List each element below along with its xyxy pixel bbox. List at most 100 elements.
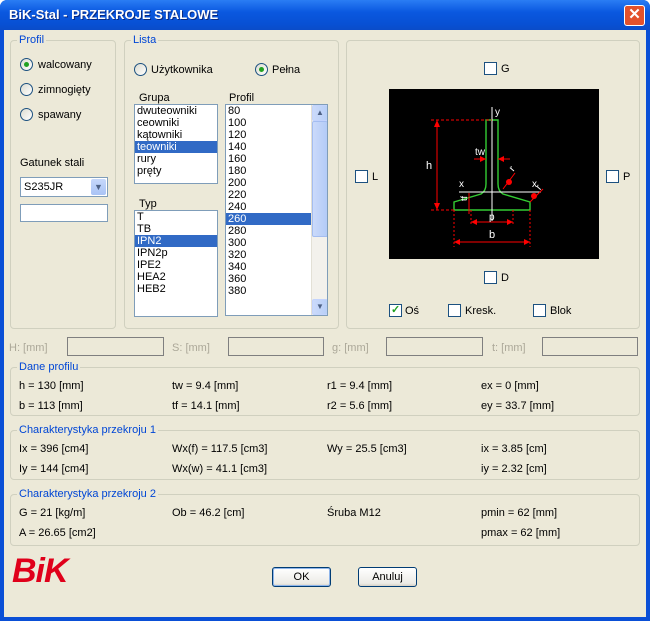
radio-walcowany[interactable] bbox=[20, 58, 33, 71]
x-axis-label-left: x bbox=[459, 179, 464, 190]
typ-listbox[interactable]: T TB IPN2 IPN2p IPE2 HEA2 HEB2 bbox=[134, 210, 218, 317]
check-p[interactable] bbox=[606, 170, 619, 183]
check-d[interactable] bbox=[484, 271, 497, 284]
radio-pelna-label: Pełna bbox=[272, 64, 301, 76]
check-kresk-label: Kresk. bbox=[465, 305, 497, 317]
lista-group-label: Lista bbox=[131, 34, 159, 46]
grupa-list-item[interactable]: dwuteowniki bbox=[135, 105, 217, 117]
char1-value: ix = 3.85 [cm] bbox=[481, 443, 547, 455]
grupa-list-item[interactable]: ceowniki bbox=[135, 117, 217, 129]
grupa-list-item[interactable]: pręty bbox=[135, 165, 217, 177]
scroll-thumb[interactable] bbox=[312, 121, 327, 237]
profil-scrollbar[interactable]: ▲ ▼ bbox=[311, 105, 327, 315]
dane-value: ey = 33.7 [mm] bbox=[481, 400, 555, 412]
y-axis-label: y bbox=[495, 107, 500, 118]
window: BiK-Stal - PRZEKROJE STALOWE ✕ Profil wa… bbox=[0, 0, 650, 621]
profil-group-label: Profil bbox=[17, 34, 47, 46]
char2-value: pmin = 62 [mm] bbox=[481, 507, 558, 519]
preview-group: G L P D y x x h tw tf r r p b ✓ Oś Kresk… bbox=[346, 40, 640, 329]
dane-value: h = 130 [mm] bbox=[19, 380, 84, 392]
check-kresk[interactable] bbox=[448, 304, 461, 317]
char1-value: Wx(w) = 41.1 [cm3] bbox=[172, 463, 268, 475]
close-button[interactable]: ✕ bbox=[624, 5, 645, 26]
typ-list-item[interactable]: T bbox=[135, 211, 217, 223]
check-blok[interactable] bbox=[533, 304, 546, 317]
steel-grade-select[interactable]: S235JR ▼ bbox=[20, 177, 108, 197]
dane-value: ex = 0 [mm] bbox=[481, 380, 539, 392]
grupa-listbox[interactable]: dwuteowniki ceowniki kątowniki teowniki rury… bbox=[134, 104, 218, 184]
profil-listbox[interactable]: 80 100 120 140 160 180 200 220 240 260 280 300 320 34… bbox=[225, 104, 328, 316]
param-g-label: g: [mm] bbox=[332, 342, 369, 354]
param-h-input[interactable] bbox=[67, 337, 164, 356]
grupa-label: Grupa bbox=[139, 92, 170, 104]
steel-grade-extra-input[interactable] bbox=[20, 204, 108, 222]
typ-label: Typ bbox=[139, 198, 157, 210]
grupa-list-item[interactable]: teowniki bbox=[135, 141, 217, 153]
profil-group: Profil walcowany zimnogięty spawany Gatu… bbox=[10, 34, 116, 329]
grupa-list-item[interactable]: rury bbox=[135, 153, 217, 165]
char1-value: Wy = 25.5 [cm3] bbox=[327, 443, 407, 455]
radio-zimnogiety-label: zimnogięty bbox=[38, 84, 91, 96]
typ-list-item[interactable]: HEB2 bbox=[135, 283, 217, 295]
dane-value: tf = 14.1 [mm] bbox=[172, 400, 240, 412]
typ-list-item[interactable]: IPE2 bbox=[135, 259, 217, 271]
cancel-button[interactable]: Anuluj bbox=[358, 567, 417, 587]
check-d-label: D bbox=[501, 272, 509, 284]
grade-label: Gatunek stali bbox=[20, 157, 85, 169]
tf-label: tf bbox=[459, 195, 469, 201]
dane-value: r2 = 5.6 [mm] bbox=[327, 400, 393, 412]
radio-spawany-label: spawany bbox=[38, 109, 82, 121]
typ-list-item[interactable]: IPN2 bbox=[135, 235, 217, 247]
check-l[interactable] bbox=[355, 170, 368, 183]
bik-logo: BiK bbox=[12, 552, 69, 590]
radio-walcowany-label: walcowany bbox=[38, 59, 92, 71]
char2-value: G = 21 [kg/m] bbox=[19, 507, 86, 519]
char2-value: Śruba M12 bbox=[327, 507, 381, 519]
tw-label: tw bbox=[475, 147, 486, 158]
char1-group-label: Charakterystyka przekroju 1 bbox=[17, 424, 158, 436]
typ-list-item[interactable]: HEA2 bbox=[135, 271, 217, 283]
lista-group: Lista Użytkownika Pełna Grupa dwuteownik… bbox=[124, 34, 339, 329]
radio-uzytkownika-label: Użytkownika bbox=[151, 64, 213, 76]
window-title: BiK-Stal - PRZEKROJE STALOWE bbox=[9, 7, 219, 22]
h-label: h bbox=[426, 160, 432, 172]
steel-grade-value: S235JR bbox=[24, 181, 64, 193]
profil-list-label: Profil bbox=[229, 92, 255, 104]
r2-marker bbox=[531, 193, 537, 199]
char1-value: iy = 2.32 [cm] bbox=[481, 463, 547, 475]
param-s-input[interactable] bbox=[228, 337, 324, 356]
typ-list-item[interactable]: TB bbox=[135, 223, 217, 235]
char1-value: Ix = 396 [cm4] bbox=[19, 443, 89, 455]
check-blok-label: Blok bbox=[550, 305, 572, 317]
title-bar[interactable]: BiK-Stal - PRZEKROJE STALOWE ✕ bbox=[0, 0, 650, 30]
scroll-down-icon[interactable]: ▼ bbox=[312, 299, 327, 315]
p-label: p bbox=[489, 212, 495, 223]
check-p-label: P bbox=[623, 171, 631, 183]
check-g[interactable] bbox=[484, 62, 497, 75]
param-h-label: H: [mm] bbox=[9, 342, 48, 354]
dialog-client: Profil walcowany zimnogięty spawany Gatu… bbox=[4, 30, 646, 617]
char2-group-label: Charakterystyka przekroju 2 bbox=[17, 488, 158, 500]
char1-value: Wx(f) = 117.5 [cm3] bbox=[172, 443, 268, 455]
dane-value: b = 113 [mm] bbox=[19, 400, 83, 412]
param-t-input[interactable] bbox=[542, 337, 638, 356]
typ-list-item[interactable]: IPN2p bbox=[135, 247, 217, 259]
radio-uzytkownika[interactable] bbox=[134, 63, 147, 76]
char2-value: A = 26.65 [cm2] bbox=[19, 527, 96, 539]
radio-pelna[interactable] bbox=[255, 63, 268, 76]
param-s-label: S: [mm] bbox=[172, 342, 210, 354]
grupa-list-item[interactable]: kątowniki bbox=[135, 129, 217, 141]
b-label: b bbox=[489, 229, 495, 241]
close-icon: ✕ bbox=[628, 6, 641, 23]
ok-button[interactable]: OK bbox=[272, 567, 331, 587]
radio-spawany[interactable] bbox=[20, 108, 33, 121]
section-preview: y x x h tw tf r r p b bbox=[389, 89, 599, 259]
scroll-up-icon[interactable]: ▲ bbox=[312, 105, 327, 121]
check-g-label: G bbox=[501, 63, 510, 75]
chevron-down-icon[interactable]: ▼ bbox=[91, 179, 106, 195]
param-g-input[interactable] bbox=[386, 337, 483, 356]
char2-value: Ob = 46.2 [cm] bbox=[172, 507, 245, 519]
r1-marker bbox=[506, 179, 512, 185]
check-os[interactable] bbox=[389, 303, 402, 317]
radio-zimnogiety[interactable] bbox=[20, 83, 33, 96]
